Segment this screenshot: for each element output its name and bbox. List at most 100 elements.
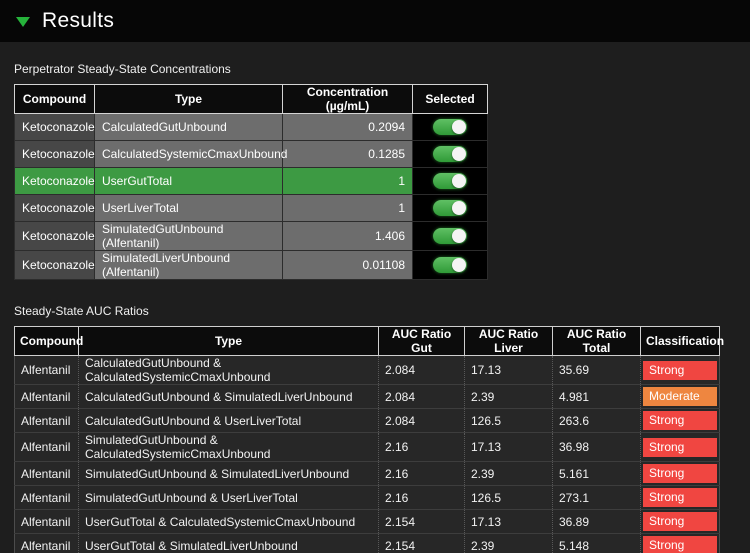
type-cell: SimulatedLiverUnbound (Alfentanil)	[95, 251, 283, 280]
type-cell: CalculatedGutUnbound & SimulatedLiverUnb…	[79, 385, 379, 409]
compound-cell: Alfentanil	[15, 462, 79, 486]
classification-cell: Strong	[641, 534, 720, 553]
auc-ratio-liver-cell: 17.13	[465, 356, 553, 385]
results-header: Results	[0, 0, 750, 42]
selected-toggle[interactable]	[433, 119, 467, 135]
panel-title: Results	[42, 9, 114, 33]
auc-ratio-gut-cell: 2.084	[379, 385, 465, 409]
concentration-cell: 0.1285	[283, 141, 413, 168]
selected-toggle[interactable]	[433, 200, 467, 216]
selected-cell	[413, 168, 488, 195]
auc-row[interactable]: AlfentanilSimulatedGutUnbound & UserLive…	[15, 486, 720, 510]
auc-row[interactable]: AlfentanilUserGutTotal & CalculatedSyste…	[15, 510, 720, 534]
compound-cell: Ketoconazole	[15, 114, 95, 141]
results-panel: Results Perpetrator Steady-State Concent…	[0, 0, 750, 553]
auc-ratio-gut-cell: 2.154	[379, 510, 465, 534]
auc-ratios-table: CompoundTypeAUC Ratio GutAUC Ratio Liver…	[14, 326, 720, 553]
type-cell: UserGutTotal	[95, 168, 283, 195]
selected-toggle[interactable]	[433, 146, 467, 162]
concentration-row[interactable]: KetoconazoleCalculatedGutUnbound0.2094	[15, 114, 488, 141]
concentration-row[interactable]: KetoconazoleSimulatedLiverUnbound (Alfen…	[15, 251, 488, 280]
concentrations-header-row: CompoundTypeConcentration (µg/mL)Selecte…	[15, 85, 488, 114]
classification-badge: Strong	[643, 438, 717, 457]
concentration-row[interactable]: KetoconazoleUserLiverTotal1	[15, 195, 488, 222]
type-cell: SimulatedGutUnbound (Alfentanil)	[95, 222, 283, 251]
selected-cell	[413, 222, 488, 251]
concentrations-column-header-2: Concentration (µg/mL)	[283, 85, 413, 114]
concentration-row[interactable]: KetoconazoleUserGutTotal1	[15, 168, 488, 195]
selected-toggle[interactable]	[433, 228, 467, 244]
type-cell: SimulatedGutUnbound & SimulatedLiverUnbo…	[79, 462, 379, 486]
auc-column-header-2: AUC Ratio Gut	[379, 327, 465, 356]
compound-cell: Alfentanil	[15, 356, 79, 385]
auc-row[interactable]: AlfentanilSimulatedGutUnbound & Simulate…	[15, 462, 720, 486]
concentration-cell: 1	[283, 168, 413, 195]
results-content: Perpetrator Steady-State Concentrations …	[0, 42, 750, 553]
compound-cell: Alfentanil	[15, 510, 79, 534]
classification-cell: Strong	[641, 510, 720, 534]
type-cell: CalculatedGutUnbound & UserLiverTotal	[79, 409, 379, 433]
auc-section-title: Steady-State AUC Ratios	[14, 304, 736, 318]
type-cell: UserLiverTotal	[95, 195, 283, 222]
auc-ratio-gut-cell: 2.16	[379, 433, 465, 462]
auc-ratio-liver-cell: 2.39	[465, 534, 553, 553]
concentration-cell: 1.406	[283, 222, 413, 251]
compound-cell: Ketoconazole	[15, 251, 95, 280]
auc-ratio-total-cell: 35.69	[553, 356, 641, 385]
selected-cell	[413, 141, 488, 168]
concentration-row[interactable]: KetoconazoleSimulatedGutUnbound (Alfenta…	[15, 222, 488, 251]
classification-badge: Moderate	[643, 387, 717, 406]
auc-row[interactable]: AlfentanilCalculatedGutUnbound & Simulat…	[15, 385, 720, 409]
concentration-row[interactable]: KetoconazoleCalculatedSystemicCmaxUnboun…	[15, 141, 488, 168]
selected-cell	[413, 114, 488, 141]
selected-toggle[interactable]	[433, 173, 467, 189]
selected-cell	[413, 251, 488, 280]
auc-ratio-total-cell: 36.98	[553, 433, 641, 462]
auc-ratio-liver-cell: 126.5	[465, 486, 553, 510]
concentration-cell: 0.01108	[283, 251, 413, 280]
auc-ratio-liver-cell: 17.13	[465, 510, 553, 534]
classification-badge: Strong	[643, 361, 717, 380]
concentrations-section-title: Perpetrator Steady-State Concentrations	[14, 62, 736, 76]
auc-row[interactable]: AlfentanilCalculatedGutUnbound & UserLiv…	[15, 409, 720, 433]
concentrations-column-header-1: Type	[95, 85, 283, 114]
compound-cell: Alfentanil	[15, 409, 79, 433]
compound-cell: Ketoconazole	[15, 141, 95, 168]
selected-toggle[interactable]	[433, 257, 467, 273]
classification-badge: Strong	[643, 411, 717, 430]
compound-cell: Ketoconazole	[15, 222, 95, 251]
classification-cell: Strong	[641, 462, 720, 486]
auc-ratio-gut-cell: 2.16	[379, 486, 465, 510]
classification-badge: Strong	[643, 512, 717, 531]
auc-column-header-4: AUC Ratio Total	[553, 327, 641, 356]
auc-row[interactable]: AlfentanilUserGutTotal & SimulatedLiverU…	[15, 534, 720, 553]
auc-ratio-total-cell: 273.1	[553, 486, 641, 510]
auc-ratio-total-cell: 36.89	[553, 510, 641, 534]
auc-ratio-total-cell: 5.148	[553, 534, 641, 553]
concentrations-table-body: KetoconazoleCalculatedGutUnbound0.2094Ke…	[15, 114, 488, 280]
classification-cell: Strong	[641, 409, 720, 433]
auc-ratio-liver-cell: 126.5	[465, 409, 553, 433]
auc-ratio-gut-cell: 2.084	[379, 409, 465, 433]
classification-badge: Strong	[643, 464, 717, 483]
triangle-down-icon[interactable]	[16, 17, 30, 27]
auc-table-body: AlfentanilCalculatedGutUnbound & Calcula…	[15, 356, 720, 553]
classification-cell: Moderate	[641, 385, 720, 409]
type-cell: UserGutTotal & CalculatedSystemicCmaxUnb…	[79, 510, 379, 534]
auc-row[interactable]: AlfentanilCalculatedGutUnbound & Calcula…	[15, 356, 720, 385]
auc-header-row: CompoundTypeAUC Ratio GutAUC Ratio Liver…	[15, 327, 720, 356]
auc-ratio-gut-cell: 2.16	[379, 462, 465, 486]
auc-column-header-5: Classification	[641, 327, 720, 356]
type-cell: CalculatedGutUnbound & CalculatedSystemi…	[79, 356, 379, 385]
auc-column-header-3: AUC Ratio Liver	[465, 327, 553, 356]
concentration-cell: 0.2094	[283, 114, 413, 141]
concentrations-table: CompoundTypeConcentration (µg/mL)Selecte…	[14, 84, 488, 280]
classification-badge: Strong	[643, 488, 717, 507]
concentrations-column-header-0: Compound	[15, 85, 95, 114]
concentrations-column-header-3: Selected	[413, 85, 488, 114]
auc-ratio-total-cell: 5.161	[553, 462, 641, 486]
type-cell: CalculatedGutUnbound	[95, 114, 283, 141]
type-cell: CalculatedSystemicCmaxUnbound	[95, 141, 283, 168]
auc-row[interactable]: AlfentanilSimulatedGutUnbound & Calculat…	[15, 433, 720, 462]
classification-badge: Strong	[643, 536, 717, 553]
